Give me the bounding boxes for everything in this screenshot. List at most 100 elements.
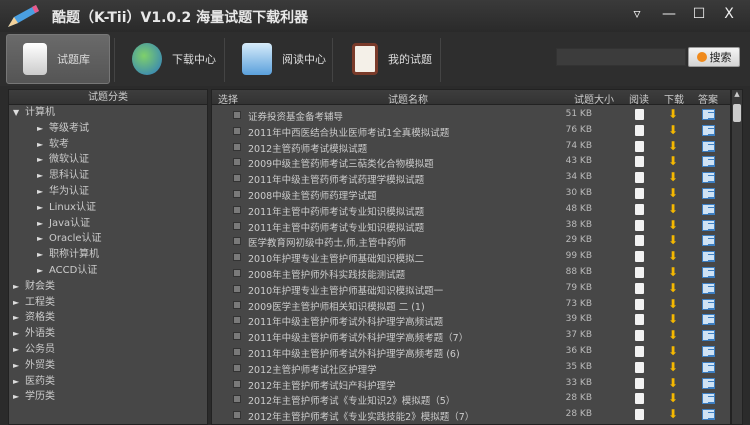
answer-list-icon[interactable] bbox=[702, 267, 715, 278]
search-input[interactable] bbox=[556, 48, 686, 66]
tree-item[interactable]: ► 职称计算机 bbox=[9, 247, 207, 263]
read-document-icon[interactable] bbox=[635, 235, 644, 247]
answer-list-icon[interactable] bbox=[702, 203, 715, 215]
table-row[interactable]: 2011年主管中药师考试专业知识模拟试题 48 KB ⬇ bbox=[212, 202, 730, 218]
answer-list-icon[interactable] bbox=[702, 346, 715, 357]
maximize-button[interactable]: ☐ bbox=[686, 4, 712, 24]
table-row[interactable]: 2008年主管护师外科实践技能测试题 88 KB ⬇ bbox=[212, 265, 730, 281]
tree-item[interactable]: ► 财会类 bbox=[9, 279, 207, 295]
expand-arrow-icon[interactable]: ► bbox=[13, 389, 25, 405]
table-row[interactable]: 2011年主管中药师考试专业知识模拟试题 38 KB ⬇ bbox=[212, 218, 730, 234]
answer-list-icon[interactable] bbox=[702, 235, 715, 247]
tree-item[interactable]: ► 公务员 bbox=[9, 342, 207, 358]
answer-list-icon[interactable] bbox=[702, 361, 715, 373]
select-checkbox[interactable] bbox=[233, 363, 241, 372]
select-checkbox[interactable] bbox=[233, 237, 241, 246]
answer-list-icon[interactable] bbox=[702, 140, 715, 152]
select-checkbox[interactable] bbox=[233, 111, 241, 119]
read-document-icon[interactable] bbox=[635, 314, 644, 326]
tree-item[interactable]: ► 华为认证 bbox=[9, 184, 207, 200]
answer-list-icon[interactable] bbox=[702, 124, 715, 136]
tab-question-bank[interactable]: 试题库 bbox=[6, 34, 110, 84]
expand-arrow-icon[interactable]: ► bbox=[13, 358, 25, 374]
download-arrow-icon[interactable]: ⬇ bbox=[668, 297, 678, 311]
read-document-icon[interactable] bbox=[635, 330, 644, 342]
tree-item[interactable]: ► 工程类 bbox=[9, 295, 207, 311]
answer-list-icon[interactable] bbox=[702, 282, 715, 294]
expand-arrow-icon[interactable]: ► bbox=[37, 137, 49, 153]
expand-arrow-icon[interactable]: ► bbox=[37, 231, 49, 247]
read-document-icon[interactable] bbox=[635, 346, 644, 357]
table-row[interactable]: 2012主管药师考试模拟试题 74 KB ⬇ bbox=[212, 139, 730, 155]
select-checkbox[interactable] bbox=[233, 316, 241, 325]
answer-list-icon[interactable] bbox=[702, 377, 715, 389]
expand-arrow-icon[interactable]: ► bbox=[13, 342, 25, 358]
answer-list-icon[interactable] bbox=[702, 251, 715, 263]
download-arrow-icon[interactable]: ⬇ bbox=[668, 360, 678, 374]
download-arrow-icon[interactable]: ⬇ bbox=[668, 281, 678, 295]
download-arrow-icon[interactable]: ⬇ bbox=[668, 187, 678, 200]
select-checkbox[interactable] bbox=[233, 221, 241, 230]
answer-list-icon[interactable] bbox=[702, 172, 715, 184]
table-row[interactable]: 2012年主管护师考试《专业知识2》模拟题（5） 28 KB ⬇ bbox=[212, 391, 730, 407]
select-checkbox[interactable] bbox=[233, 284, 241, 293]
expand-arrow-icon[interactable]: ► bbox=[37, 184, 49, 200]
select-checkbox[interactable] bbox=[233, 300, 241, 309]
select-checkbox[interactable] bbox=[233, 174, 241, 183]
minimize-button[interactable]: — bbox=[656, 4, 682, 24]
tree-item[interactable]: ► 医药类 bbox=[9, 374, 207, 390]
menu-button[interactable]: ▿ bbox=[624, 4, 650, 24]
select-checkbox[interactable] bbox=[233, 379, 241, 388]
answer-list-icon[interactable] bbox=[702, 298, 715, 310]
select-checkbox[interactable] bbox=[233, 142, 241, 151]
download-arrow-icon[interactable]: ⬇ bbox=[668, 376, 678, 390]
download-arrow-icon[interactable]: ⬇ bbox=[668, 171, 678, 184]
tree-item[interactable]: ▼ 计算机 bbox=[9, 105, 207, 121]
read-document-icon[interactable] bbox=[635, 282, 644, 294]
tree-item[interactable]: ► 学历类 bbox=[9, 389, 207, 405]
read-document-icon[interactable] bbox=[635, 124, 644, 136]
table-row[interactable]: 2011年中西医结合执业医师考试1全真模拟试题 76 KB ⬇ bbox=[212, 123, 730, 139]
download-arrow-icon[interactable]: ⬇ bbox=[668, 218, 678, 232]
scrollbar[interactable]: ▲ bbox=[731, 89, 743, 425]
table-row[interactable]: 2011年中级主管药师考试药理学模拟试题 34 KB ⬇ bbox=[212, 170, 730, 186]
answer-list-icon[interactable] bbox=[702, 188, 715, 199]
search-button[interactable]: 搜索 bbox=[688, 47, 740, 67]
tree-item[interactable]: ► 资格类 bbox=[9, 310, 207, 326]
read-document-icon[interactable] bbox=[635, 298, 644, 310]
expand-arrow-icon[interactable]: ► bbox=[37, 168, 49, 184]
expand-arrow-icon[interactable]: ► bbox=[37, 247, 49, 263]
download-arrow-icon[interactable]: ⬇ bbox=[668, 266, 678, 279]
scrollbar-thumb[interactable] bbox=[733, 104, 741, 122]
answer-list-icon[interactable] bbox=[702, 109, 715, 120]
tab-download-center[interactable]: 下载中心 bbox=[116, 34, 222, 84]
expand-arrow-icon[interactable]: ► bbox=[13, 295, 25, 311]
download-arrow-icon[interactable]: ⬇ bbox=[668, 408, 678, 421]
table-row[interactable]: 2011年中级主管护师考试外科护理学高频考题 (6) 36 KB ⬇ bbox=[212, 344, 730, 360]
read-document-icon[interactable] bbox=[635, 172, 644, 184]
expand-arrow-icon[interactable]: ► bbox=[13, 310, 25, 326]
table-row[interactable]: 2008中级主管药师药理学试题 30 KB ⬇ bbox=[212, 186, 730, 202]
read-document-icon[interactable] bbox=[635, 251, 644, 263]
tab-my-questions[interactable]: 我的试题 bbox=[336, 34, 436, 84]
download-arrow-icon[interactable]: ⬇ bbox=[668, 155, 678, 168]
expand-arrow-icon[interactable]: ► bbox=[37, 200, 49, 216]
table-row[interactable]: 2012年主管护师考试《专业实践技能2》模拟题（7） 28 KB ⬇ bbox=[212, 407, 730, 423]
collapse-arrow-icon[interactable]: ▼ bbox=[13, 105, 25, 121]
tree-item[interactable]: ► 软考 bbox=[9, 137, 207, 153]
read-document-icon[interactable] bbox=[635, 393, 644, 405]
tree-item[interactable]: ► ACCD认证 bbox=[9, 263, 207, 279]
select-checkbox[interactable] bbox=[233, 332, 241, 341]
download-arrow-icon[interactable]: ⬇ bbox=[668, 329, 678, 342]
download-arrow-icon[interactable]: ⬇ bbox=[668, 234, 678, 247]
select-checkbox[interactable] bbox=[233, 395, 241, 404]
table-row[interactable]: 2010年护理专业主管护师基础知识模拟试题一 79 KB ⬇ bbox=[212, 281, 730, 297]
table-row[interactable]: 2010年护理专业主管护师基础知识模拟二 99 KB ⬇ bbox=[212, 249, 730, 265]
expand-arrow-icon[interactable]: ► bbox=[13, 374, 25, 390]
tree-item[interactable]: ► Java认证 bbox=[9, 216, 207, 232]
table-row[interactable]: 2012主管护师考试社区护理学 35 KB ⬇ bbox=[212, 360, 730, 376]
tree-item[interactable]: ► 等级考试 bbox=[9, 121, 207, 137]
expand-arrow-icon[interactable]: ► bbox=[37, 152, 49, 168]
expand-arrow-icon[interactable]: ► bbox=[13, 279, 25, 295]
select-checkbox[interactable] bbox=[233, 269, 241, 277]
